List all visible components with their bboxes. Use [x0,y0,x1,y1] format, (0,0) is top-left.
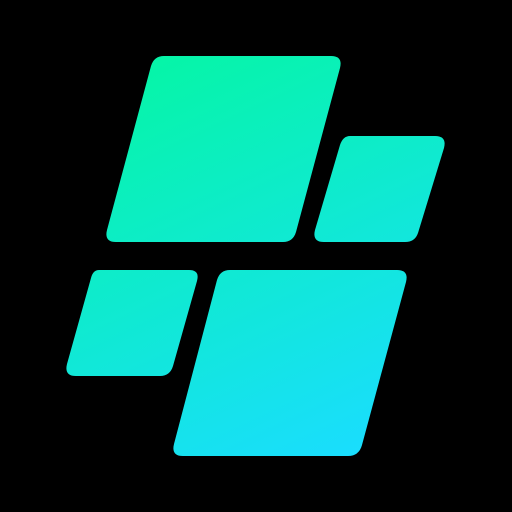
tile-small-top-right [314,136,445,242]
four-tile-parallelogram-logo-icon [66,56,445,456]
tile-large-bottom-right [173,270,407,456]
tile-large-top-left [106,56,341,242]
app-logo [0,0,512,512]
tile-small-bottom-left [66,270,198,376]
